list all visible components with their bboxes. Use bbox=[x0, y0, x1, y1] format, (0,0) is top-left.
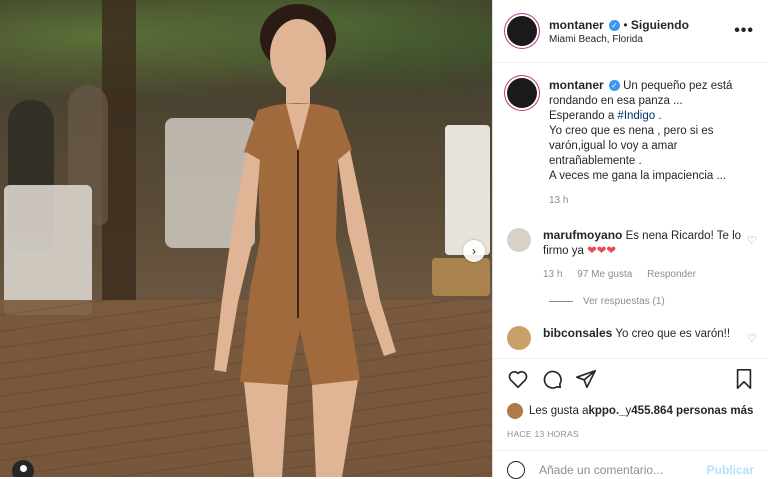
comment-item: bibconsales Yo creo que es varón!! ♡ bbox=[507, 326, 759, 350]
post-sidebar: montaner ✓ • Siguiendo Miami Beach, Flor… bbox=[492, 0, 768, 479]
avatar[interactable] bbox=[507, 16, 537, 46]
more-options-button[interactable]: ••• bbox=[734, 22, 754, 40]
caption-username[interactable]: montaner bbox=[549, 78, 604, 92]
post-date: HACE 13 HORAS bbox=[507, 429, 579, 439]
comment-likes[interactable]: 97 Me gusta bbox=[577, 269, 632, 280]
comment-text: Yo creo que es varón!! bbox=[615, 328, 731, 340]
comment-body: bibconsales Yo creo que es varón!! bbox=[543, 326, 759, 350]
caption-line-2: Esperando a bbox=[549, 110, 618, 122]
like-comment-icon[interactable]: ♡ bbox=[747, 234, 759, 247]
post-photo[interactable]: › bbox=[0, 0, 492, 477]
background-planter bbox=[432, 258, 490, 296]
comment-meta: 13 h 97 Me gusta Responder bbox=[543, 267, 759, 282]
caption-line-2-suffix: . bbox=[655, 110, 662, 122]
comment-username[interactable]: marufmoyano bbox=[543, 228, 622, 242]
caption-line: montaner ✓ Un pequeño pez está rondando … bbox=[549, 78, 755, 109]
view-replies-button[interactable]: Ver respuestas (1) bbox=[549, 296, 665, 307]
comment-input[interactable]: Añade un comentario... bbox=[539, 463, 707, 477]
view-replies-label: Ver respuestas (1) bbox=[583, 296, 665, 307]
publish-button[interactable]: Publicar bbox=[707, 463, 754, 477]
caption-line: Esperando a #Indigo . bbox=[549, 109, 755, 124]
caption-line-4: A veces me gana la impaciencia ... bbox=[549, 170, 727, 182]
save-bookmark-icon[interactable] bbox=[734, 368, 754, 390]
comment-body: marufmoyano Es nena Ricardo! Te lo firmo… bbox=[543, 228, 759, 282]
caption-text: montaner ✓ Un pequeño pez está rondando … bbox=[549, 78, 755, 184]
hashtag-link[interactable]: #Indigo bbox=[617, 110, 655, 122]
next-slide-button[interactable]: › bbox=[463, 240, 485, 262]
emoji-icon[interactable] bbox=[507, 461, 525, 479]
share-icon[interactable] bbox=[575, 368, 597, 390]
header-meta: montaner ✓ • Siguiendo Miami Beach, Flor… bbox=[549, 18, 734, 45]
background-chair bbox=[445, 125, 490, 255]
comment-username[interactable]: bibconsales bbox=[543, 326, 612, 340]
like-comment-icon[interactable]: ♡ bbox=[747, 332, 759, 345]
location-link[interactable]: Miami Beach, Florida bbox=[549, 34, 734, 45]
likes-prefix: Les gusta a bbox=[529, 405, 589, 417]
comment-icon[interactable] bbox=[541, 368, 563, 390]
add-comment-bar: Añade un comentario... Publicar bbox=[493, 450, 768, 479]
likes-user[interactable]: kppo._ bbox=[588, 405, 625, 417]
verified-icon: ✓ bbox=[608, 80, 620, 92]
comment-item: marufmoyano Es nena Ricardo! Te lo firmo… bbox=[507, 228, 759, 282]
verified-icon: ✓ bbox=[609, 19, 621, 31]
caption: montaner ✓ Un pequeño pez está rondando … bbox=[507, 78, 755, 184]
likes-summary: Les gusta a kppo._ y 455.864 personas má… bbox=[507, 403, 753, 419]
likes-count[interactable]: 455.864 personas más bbox=[631, 405, 753, 417]
avatar[interactable] bbox=[507, 78, 537, 108]
caption-line-3: Yo creo que es nena , pero si es varón,i… bbox=[549, 125, 714, 167]
author-username[interactable]: montaner bbox=[549, 18, 604, 32]
caption-timestamp: 13 h bbox=[549, 195, 569, 206]
avatar[interactable] bbox=[507, 326, 531, 350]
action-bar bbox=[493, 358, 768, 398]
post-header: montaner ✓ • Siguiendo Miami Beach, Flor… bbox=[493, 0, 768, 63]
avatar[interactable] bbox=[507, 403, 523, 419]
separator-dot: • bbox=[623, 17, 628, 32]
avatar[interactable] bbox=[507, 228, 531, 252]
comment-timestamp: 13 h bbox=[543, 269, 563, 280]
replies-dash bbox=[549, 301, 573, 302]
tagged-user-icon[interactable] bbox=[12, 460, 34, 477]
reply-button[interactable]: Responder bbox=[647, 269, 696, 280]
heart-icon[interactable] bbox=[507, 368, 529, 390]
following-button[interactable]: Siguiendo bbox=[631, 18, 689, 32]
header-line: montaner ✓ • Siguiendo bbox=[549, 18, 734, 32]
heart-emojis: ❤❤❤ bbox=[587, 245, 617, 257]
background-chair bbox=[4, 185, 92, 315]
woman-figure bbox=[214, 4, 396, 477]
